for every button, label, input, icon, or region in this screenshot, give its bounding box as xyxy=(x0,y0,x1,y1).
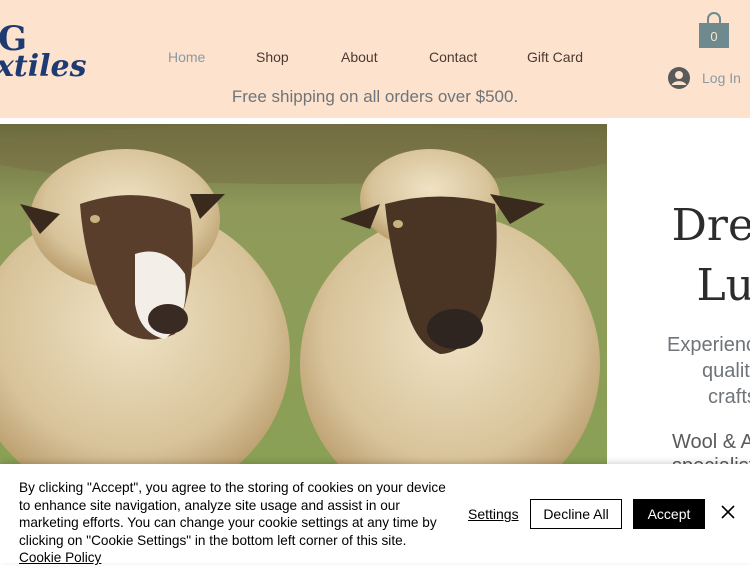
shopping-bag-icon: 0 xyxy=(699,12,729,48)
hero-subtitle-line: specialists xyxy=(672,454,750,464)
hero-title: Dre Lu xyxy=(671,200,750,311)
hero-subtitle-line: craftsi xyxy=(708,386,750,408)
hero-subtitle-line: Wool & A xyxy=(672,431,750,453)
main-nav: Home Shop About Contact Gift Card xyxy=(0,48,750,66)
close-icon[interactable] xyxy=(718,502,738,522)
nav-home[interactable]: Home xyxy=(168,48,205,66)
hero-subtitle-line: Experience xyxy=(667,334,750,356)
site-header: G xtiles Home Shop About Contact Gift Ca… xyxy=(0,0,750,118)
cookie-message: By clicking "Accept", you agree to the s… xyxy=(19,479,449,567)
cookie-settings-link[interactable]: Settings xyxy=(468,506,519,522)
login-button[interactable]: Log In xyxy=(668,66,741,90)
promo-banner: Free shipping on all orders over $500. xyxy=(231,87,519,106)
cart-count: 0 xyxy=(710,29,717,44)
cart-button[interactable]: 0 xyxy=(698,11,730,49)
login-label: Log In xyxy=(702,70,741,86)
hero-subtitle: Experience quality craftsi xyxy=(667,332,750,410)
decline-all-button[interactable]: Decline All xyxy=(530,499,622,529)
hero-text-panel: Dre Lu Experience quality craftsi Wool &… xyxy=(607,118,750,464)
nav-gift-card[interactable]: Gift Card xyxy=(527,48,583,66)
nav-contact[interactable]: Contact xyxy=(429,48,477,66)
hero-sheep-image xyxy=(0,124,607,464)
user-avatar-icon xyxy=(668,67,690,89)
hero-subtitle-2: Wool & A specialists xyxy=(672,430,750,464)
accept-button[interactable]: Accept xyxy=(633,499,705,529)
nav-shop[interactable]: Shop xyxy=(256,48,289,66)
nav-about[interactable]: About xyxy=(341,48,378,66)
cookie-message-text: By clicking "Accept", you agree to the s… xyxy=(19,480,446,548)
cookie-banner: By clicking "Accept", you agree to the s… xyxy=(0,464,750,565)
hero-subtitle-line: quality xyxy=(702,360,750,382)
